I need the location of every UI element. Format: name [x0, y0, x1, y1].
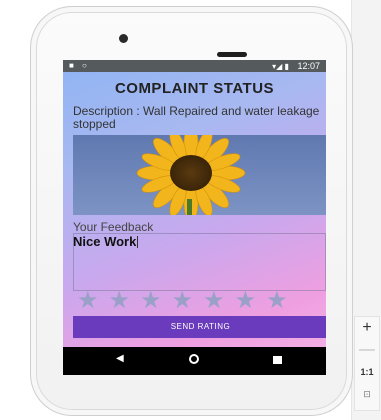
- zoom-fit-icon[interactable]: ⊡: [355, 383, 379, 405]
- signal-battery-icon: ▾◢ ▮: [272, 62, 289, 71]
- star-3-icon[interactable]: ★: [140, 288, 162, 314]
- back-icon[interactable]: ◀: [116, 353, 124, 364]
- feedback-label: Your Feedback: [73, 220, 154, 234]
- page-title: COMPLAINT STATUS: [114, 80, 275, 97]
- status-right: ▾◢ ▮ 12:07: [272, 60, 320, 73]
- sunflower-illustration: [73, 135, 326, 215]
- complaint-description: Description : Wall Repaired and water le…: [73, 104, 320, 131]
- status-bar: ■ ○ ▾◢ ▮ 12:07: [63, 60, 326, 72]
- zoom-in-button[interactable]: +: [355, 317, 379, 339]
- star-6-icon[interactable]: ★: [235, 288, 257, 314]
- nav-bar: ◀: [63, 347, 326, 375]
- text-caret: [137, 236, 139, 248]
- zoom-actual-size-button[interactable]: 1:1: [355, 361, 379, 383]
- star-7-icon[interactable]: ★: [266, 288, 288, 314]
- star-4-icon[interactable]: ★: [172, 288, 194, 314]
- notification-icons: ■ ○: [69, 61, 90, 70]
- rating-bar[interactable]: ★ ★ ★ ★ ★ ★ ★: [77, 288, 326, 314]
- star-5-icon[interactable]: ★: [203, 288, 225, 314]
- feedback-text: Nice Work: [73, 234, 137, 249]
- app-screen: ■ ○ ▾◢ ▮ 12:07 COMPLAINT STATUS Descript…: [63, 60, 326, 375]
- send-rating-button[interactable]: SEND RATING: [73, 316, 326, 338]
- star-2-icon[interactable]: ★: [109, 288, 131, 314]
- star-1-icon[interactable]: ★: [77, 288, 99, 314]
- recent-apps-icon[interactable]: [273, 356, 282, 364]
- sunflower-image: [73, 135, 326, 215]
- earpiece-speaker: [217, 52, 247, 57]
- home-icon[interactable]: [189, 354, 199, 364]
- clock: 12:07: [297, 61, 320, 71]
- front-camera: [119, 34, 128, 43]
- zoom-out-button[interactable]: —: [355, 339, 379, 361]
- zoom-controls: + — 1:1 ⊡: [354, 316, 380, 411]
- feedback-value[interactable]: Nice Work: [73, 234, 139, 249]
